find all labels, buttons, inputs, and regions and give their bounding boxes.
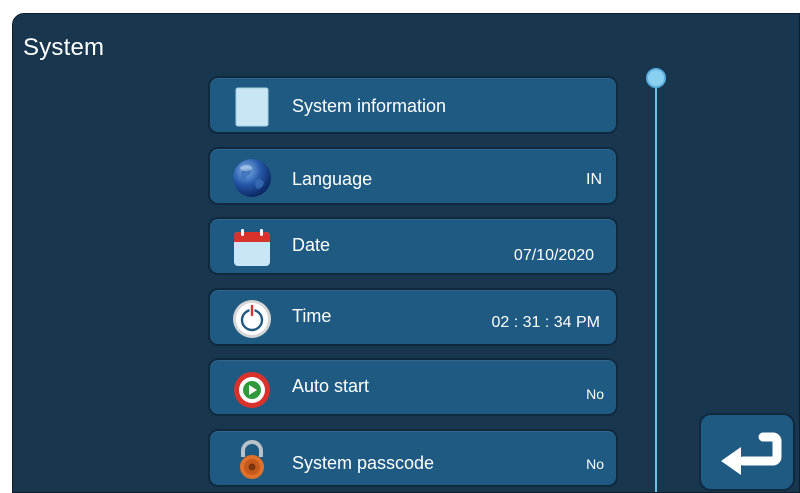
- menu-item-time[interactable]: Time 02 : 31 : 34 PM: [208, 288, 618, 346]
- menu-item-date[interactable]: Date 07/10/2020: [208, 217, 618, 275]
- menu-item-label: Date: [292, 235, 331, 255]
- power-clock-icon: [233, 300, 271, 338]
- globe-icon: [233, 159, 271, 197]
- play-icon: [234, 372, 270, 408]
- menu-item-value: 07/10/2020: [513, 247, 594, 264]
- menu-item-value: 02 : 31 : 34 PM: [491, 314, 600, 331]
- menu-item-label: Auto start: [292, 376, 370, 396]
- scrollbar-track[interactable]: [655, 79, 657, 492]
- menu-item-value: IN: [586, 171, 602, 188]
- document-icon: [235, 87, 269, 127]
- menu-item-language[interactable]: Language IN: [208, 147, 618, 205]
- menu-item-auto-start[interactable]: Auto start No: [208, 358, 618, 416]
- menu-item-label: System information: [292, 96, 447, 116]
- menu-item-value: No: [586, 456, 604, 472]
- scrollbar-thumb[interactable]: [646, 68, 666, 88]
- back-button[interactable]: [699, 413, 795, 491]
- calendar-icon: [234, 229, 270, 266]
- menu-item-label: Time: [292, 306, 332, 326]
- menu-item-system-passcode[interactable]: System passcode No: [208, 429, 618, 487]
- menu-item-value: No: [586, 386, 604, 402]
- menu-item-system-information[interactable]: System information: [208, 76, 618, 134]
- page-title: System: [23, 34, 105, 61]
- menu-item-label: System passcode: [292, 453, 435, 473]
- padlock-icon: [240, 440, 264, 479]
- menu-item-label: Language: [292, 169, 373, 189]
- return-arrow-icon: [721, 432, 782, 475]
- system-screen: System System information Language IN Da…: [12, 13, 800, 493]
